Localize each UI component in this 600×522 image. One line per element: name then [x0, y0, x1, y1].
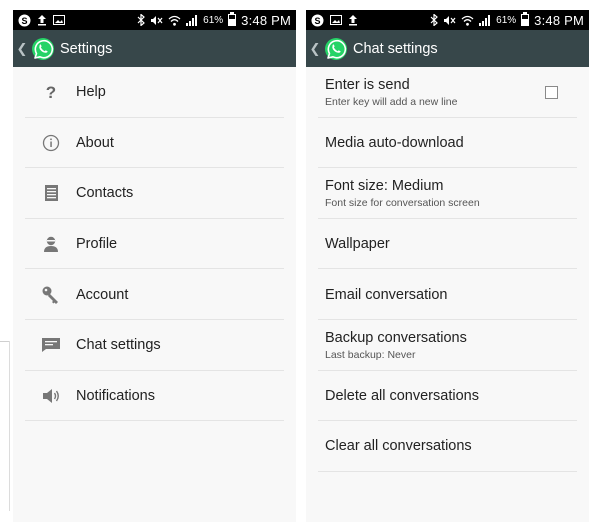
- settings-item-label: Help: [76, 84, 106, 101]
- chat-setting-subtitle: Last backup: Never: [325, 348, 416, 361]
- battery-percent: 61%: [203, 14, 224, 26]
- help-icon: ?: [40, 81, 62, 103]
- chat-icon: [40, 334, 62, 356]
- settings-item-label: Contacts: [76, 185, 134, 202]
- skype-icon: S: [311, 14, 324, 27]
- chat-setting-font-size[interactable]: Font size: Medium Font size for conversa…: [306, 168, 589, 219]
- settings-item-contacts[interactable]: Contacts: [13, 168, 296, 219]
- chat-settings-list: Enter is send Enter key will add a new l…: [306, 67, 589, 472]
- chat-setting-wallpaper[interactable]: Wallpaper: [306, 219, 589, 270]
- settings-item-account[interactable]: Account: [13, 269, 296, 320]
- chat-setting-title: Font size: Medium: [325, 177, 444, 194]
- chat-setting-title: Backup conversations: [325, 329, 467, 346]
- mute-icon: [443, 15, 456, 26]
- divider: [318, 470, 577, 472]
- page-title: Chat settings: [353, 40, 438, 57]
- chat-setting-media-auto-download[interactable]: Media auto-download: [306, 118, 589, 169]
- contacts-icon: [40, 182, 62, 204]
- key-icon: [40, 284, 62, 306]
- chat-setting-backup-conversations[interactable]: Backup conversations Last backup: Never: [306, 320, 589, 371]
- wifi-icon: [461, 15, 474, 26]
- page-title: Settings: [60, 40, 113, 57]
- clock: 3:48 PM: [534, 12, 584, 28]
- battery-icon: [521, 12, 530, 26]
- edge-divider-vertical: [9, 341, 10, 511]
- info-icon: [40, 132, 62, 154]
- chat-setting-title: Media auto-download: [325, 134, 464, 151]
- svg-text:S: S: [21, 16, 27, 26]
- settings-item-label: About: [76, 134, 114, 151]
- signal-icon: [479, 14, 491, 26]
- bluetooth-icon: [430, 14, 439, 26]
- status-bar: S 61% 3:48 PM: [306, 10, 589, 30]
- mute-icon: [150, 15, 163, 26]
- settings-item-notifications[interactable]: Notifications: [13, 371, 296, 422]
- chat-setting-subtitle: Font size for conversation screen: [325, 196, 480, 209]
- settings-item-label: Account: [76, 286, 129, 303]
- whatsapp-logo-icon[interactable]: [31, 37, 55, 61]
- settings-item-profile[interactable]: Profile: [13, 219, 296, 270]
- skype-icon: S: [18, 14, 31, 27]
- status-bar: S 61% 3:48 PM: [13, 10, 296, 30]
- chat-setting-title: Delete all conversations: [325, 387, 479, 404]
- speaker-icon: [40, 385, 62, 407]
- chat-setting-email-conversation[interactable]: Email conversation: [306, 269, 589, 320]
- upload-icon: [37, 14, 47, 26]
- enter-is-send-checkbox[interactable]: [545, 86, 558, 99]
- svg-text:?: ?: [46, 83, 56, 101]
- back-chevron-icon[interactable]: ❮: [16, 41, 28, 57]
- action-bar: ❮ Settings: [13, 30, 296, 67]
- battery-icon: [228, 12, 237, 26]
- chat-settings-screen: S 61% 3:48 PM ❮ Chat settings Enter is s…: [306, 10, 589, 522]
- chat-setting-clear-all-conversations[interactable]: Clear all conversations: [306, 421, 589, 472]
- wifi-icon: [168, 15, 181, 26]
- battery-percent: 61%: [496, 14, 517, 26]
- chat-setting-title: Clear all conversations: [325, 438, 472, 455]
- divider: [25, 420, 284, 422]
- settings-item-about[interactable]: About: [13, 118, 296, 169]
- clock: 3:48 PM: [241, 12, 291, 28]
- action-bar: ❮ Chat settings: [306, 30, 589, 67]
- image-icon: [53, 15, 65, 25]
- bluetooth-icon: [137, 14, 146, 26]
- chat-setting-delete-all-conversations[interactable]: Delete all conversations: [306, 371, 589, 422]
- settings-item-help[interactable]: ? Help: [13, 67, 296, 118]
- upload-icon: [348, 14, 358, 26]
- settings-item-label: Chat settings: [76, 337, 161, 354]
- settings-list: ? Help About Contacts Profile Account Ch…: [13, 67, 296, 422]
- svg-text:S: S: [314, 16, 320, 26]
- settings-item-label: Notifications: [76, 387, 155, 404]
- signal-icon: [186, 14, 198, 26]
- settings-item-chat-settings[interactable]: Chat settings: [13, 320, 296, 371]
- chat-setting-title: Email conversation: [325, 286, 448, 303]
- settings-screen: S 61% 3:48 PM ❮ Settings ? Help About Co…: [13, 10, 296, 522]
- back-chevron-icon[interactable]: ❮: [309, 41, 321, 57]
- image-icon: [330, 15, 342, 25]
- chat-setting-title: Wallpaper: [325, 236, 390, 253]
- settings-item-label: Profile: [76, 236, 118, 253]
- profile-icon: [40, 233, 62, 255]
- whatsapp-logo-icon[interactable]: [324, 37, 348, 61]
- edge-divider: [0, 341, 9, 342]
- chat-setting-enter-is-send[interactable]: Enter is send Enter key will add a new l…: [306, 67, 589, 118]
